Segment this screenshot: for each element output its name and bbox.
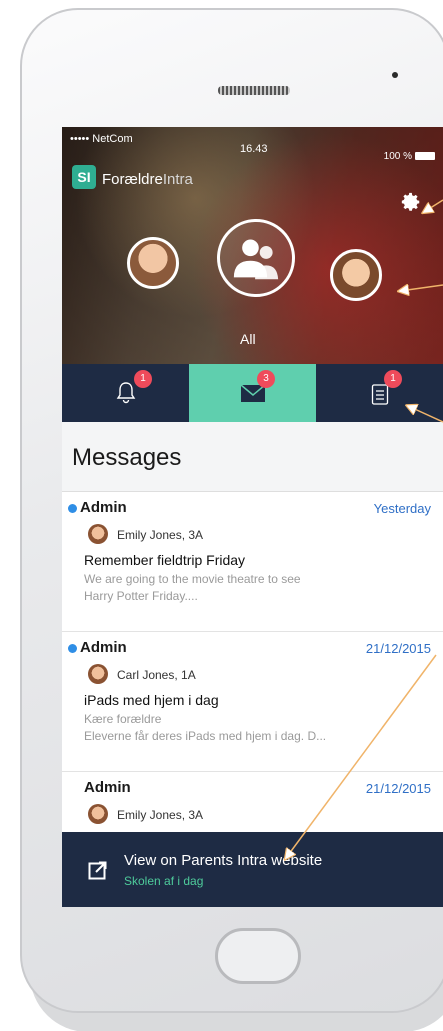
annotation-arrow-tabs [408,406,443,423]
annotation-arrows [0,199,443,1031]
annotation-arrow-website [286,654,437,858]
annotation-arrow-settings [424,199,443,212]
annotation-arrow-children [400,285,443,291]
product-mockup: ••••• NetCom 16.43 100 % SI ForældreIntr… [0,0,443,1031]
